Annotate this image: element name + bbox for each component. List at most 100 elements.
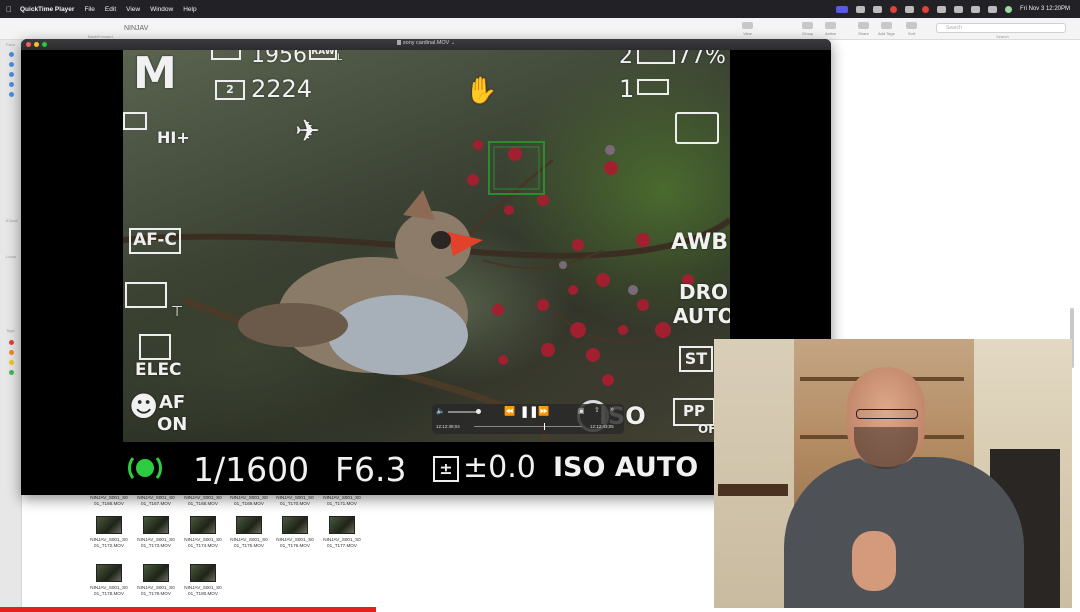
battery-1-percent: 77% bbox=[677, 50, 726, 69]
sidebar-section-icloud: iCloud bbox=[6, 218, 18, 223]
file-item[interactable]: NINJAV_S001_S0 01_T166.MOV bbox=[84, 495, 134, 506]
menu-clock[interactable]: Fri Nov 3 12:20PM bbox=[1020, 6, 1070, 12]
finder-title: NINJAV bbox=[124, 25, 149, 32]
video-thumbnail bbox=[96, 564, 122, 582]
sidebar-item-icon[interactable] bbox=[9, 52, 14, 57]
pause-button[interactable]: ❚❚ bbox=[520, 405, 538, 418]
battery-1-slot: 2 bbox=[619, 50, 633, 69]
menu-app-name[interactable]: QuickTime Player bbox=[20, 6, 74, 13]
menu-edit[interactable]: Edit bbox=[105, 6, 116, 13]
video-thumbnail bbox=[96, 516, 122, 534]
side-table bbox=[718, 484, 788, 496]
playhead[interactable] bbox=[544, 423, 546, 430]
file-item[interactable]: NINJAV_S001_S0 01_T177.MOV bbox=[317, 516, 367, 548]
file-item[interactable]: NINJAV_S001_S0 01_T168.MOV bbox=[178, 495, 228, 506]
file-item[interactable]: NINJAV_S001_S0 01_T180.MOV bbox=[178, 564, 228, 596]
tag-orange-icon[interactable] bbox=[9, 350, 14, 355]
sidebar-item-icon[interactable] bbox=[9, 62, 14, 67]
steadyshot-icon: ✋ bbox=[465, 76, 498, 106]
menu-file[interactable]: File bbox=[84, 6, 94, 13]
file-item[interactable]: NINJAV_S001_S0 01_T172.MOV bbox=[84, 516, 134, 548]
video-thumbnail bbox=[236, 516, 262, 534]
tag-yellow-icon[interactable] bbox=[9, 360, 14, 365]
exposure-comp: ±0.0 bbox=[463, 450, 536, 485]
calendar-icon[interactable] bbox=[904, 5, 914, 13]
tag-icon bbox=[880, 22, 892, 29]
share-icon[interactable]: ⇧ bbox=[594, 406, 600, 414]
view-button[interactable]: View bbox=[742, 22, 753, 36]
control-center-icon[interactable] bbox=[987, 5, 997, 13]
apple-icon[interactable]:  bbox=[6, 5, 12, 14]
shooting-mode: M bbox=[133, 50, 177, 99]
clock-icon[interactable] bbox=[936, 5, 946, 13]
video-progress-bar[interactable] bbox=[0, 607, 376, 612]
chevron-down-icon[interactable]: ⌄ bbox=[451, 40, 455, 46]
display-icon[interactable] bbox=[872, 5, 882, 13]
webcam-overlay bbox=[714, 339, 1072, 608]
action-button[interactable]: Action bbox=[825, 22, 836, 36]
sidebar-item-icon[interactable] bbox=[9, 92, 14, 97]
sidebar-section-locations: Locat bbox=[6, 254, 16, 259]
file-item[interactable]: NINJAV_S001_S0 01_T178.MOV bbox=[84, 564, 134, 596]
file-item[interactable]: NINJAV_S001_S0 01_T169.MOV bbox=[224, 495, 274, 506]
file-item[interactable]: NINJAV_S001_S0 01_T167.MOV bbox=[131, 495, 181, 506]
fast-forward-button[interactable]: ⏩ bbox=[538, 406, 549, 417]
volume-slider[interactable] bbox=[448, 409, 481, 414]
file-item[interactable]: NINJAV_S001_S0 01_T171.MOV bbox=[317, 495, 367, 506]
timeline-scrubber[interactable] bbox=[474, 423, 582, 430]
white-balance: AWB bbox=[671, 230, 729, 255]
search-icon[interactable] bbox=[953, 5, 963, 13]
raw-badge: RAW bbox=[309, 50, 337, 60]
file-item[interactable]: NINJAV_S001_S0 01_T173.MOV bbox=[131, 516, 181, 548]
shutter-type: ELEC bbox=[135, 360, 182, 380]
file-item[interactable]: NINJAV_S001_S0 01_T175.MOV bbox=[224, 516, 274, 548]
aperture: F6.3 bbox=[335, 450, 407, 489]
grid-view-icon bbox=[742, 22, 753, 29]
person bbox=[784, 457, 1024, 608]
finder-toolbar: NINJAV Back/Forward View Group Action Sh… bbox=[0, 18, 1080, 40]
share-button[interactable]: Share bbox=[858, 22, 869, 36]
shutter-type-icon bbox=[139, 334, 171, 360]
file-item[interactable]: NINJAV_S001_S0 01_T179.MOV bbox=[131, 564, 181, 596]
group-button[interactable]: Group bbox=[802, 22, 813, 36]
tag-green-icon[interactable] bbox=[9, 370, 14, 375]
battery-2-icon bbox=[637, 79, 669, 95]
screen-record-icon[interactable] bbox=[835, 5, 848, 13]
app-status-icon[interactable] bbox=[889, 5, 897, 13]
menu-window[interactable]: Window bbox=[150, 6, 173, 13]
sort-button[interactable]: Sort bbox=[906, 22, 917, 36]
siri-icon[interactable] bbox=[1004, 5, 1012, 13]
photo-profile-icon bbox=[675, 112, 719, 144]
search-field[interactable]: Search bbox=[936, 23, 1066, 33]
menu-bar:  QuickTime Player File Edit View Window… bbox=[0, 0, 1080, 18]
face-eye-af-icon: ☻ bbox=[129, 390, 159, 423]
sidebar-item-icon[interactable] bbox=[9, 72, 14, 77]
quicktime-window: sony cardinal.MOV ⌄ M 1956 RAW L 2 2224 … bbox=[21, 39, 831, 495]
volume-icon[interactable]: 🔈 bbox=[436, 407, 445, 415]
file-item[interactable]: NINJAV_S001_S0 01_T176.MOV bbox=[270, 516, 320, 548]
tag-red-icon[interactable] bbox=[9, 340, 14, 345]
wall bbox=[714, 339, 794, 608]
more-icon[interactable]: » bbox=[610, 406, 614, 413]
rec-indicator-icon bbox=[128, 457, 162, 479]
rewind-button[interactable]: ⏪ bbox=[504, 406, 515, 417]
sidebar-section-tags: Tags bbox=[6, 328, 15, 333]
file-item[interactable]: NINJAV_S001_S0 01_T174.MOV bbox=[178, 516, 228, 548]
exposure-info-bar: 1/1600 F6.3 ± ±0.0 ISO AUTO bbox=[123, 442, 730, 495]
camera-icon[interactable] bbox=[855, 5, 865, 13]
sort-icon bbox=[906, 22, 917, 29]
add-tags-button[interactable]: Add Tags bbox=[878, 22, 895, 36]
menu-help[interactable]: Help bbox=[183, 6, 196, 13]
pip-icon[interactable]: ▣ bbox=[578, 407, 585, 415]
focus-tracking-icon: ⊤ bbox=[171, 304, 184, 320]
airplane-mode-icon: ✈ bbox=[295, 114, 321, 149]
video-frame[interactable]: M 1956 RAW L 2 2224 2 77% 1 ✋ ✈ HI+ AF-C… bbox=[123, 50, 730, 442]
wifi-icon[interactable] bbox=[970, 5, 980, 13]
sidebar-item-icon[interactable] bbox=[9, 82, 14, 87]
menu-view[interactable]: View bbox=[126, 6, 140, 13]
glasses bbox=[856, 409, 918, 419]
mail-icon[interactable] bbox=[921, 5, 929, 13]
quicktime-titlebar[interactable]: sony cardinal.MOV ⌄ bbox=[21, 39, 831, 50]
face-af-label: AF bbox=[159, 392, 186, 413]
file-item[interactable]: NINJAV_S001_S0 01_T170.MOV bbox=[270, 495, 320, 506]
